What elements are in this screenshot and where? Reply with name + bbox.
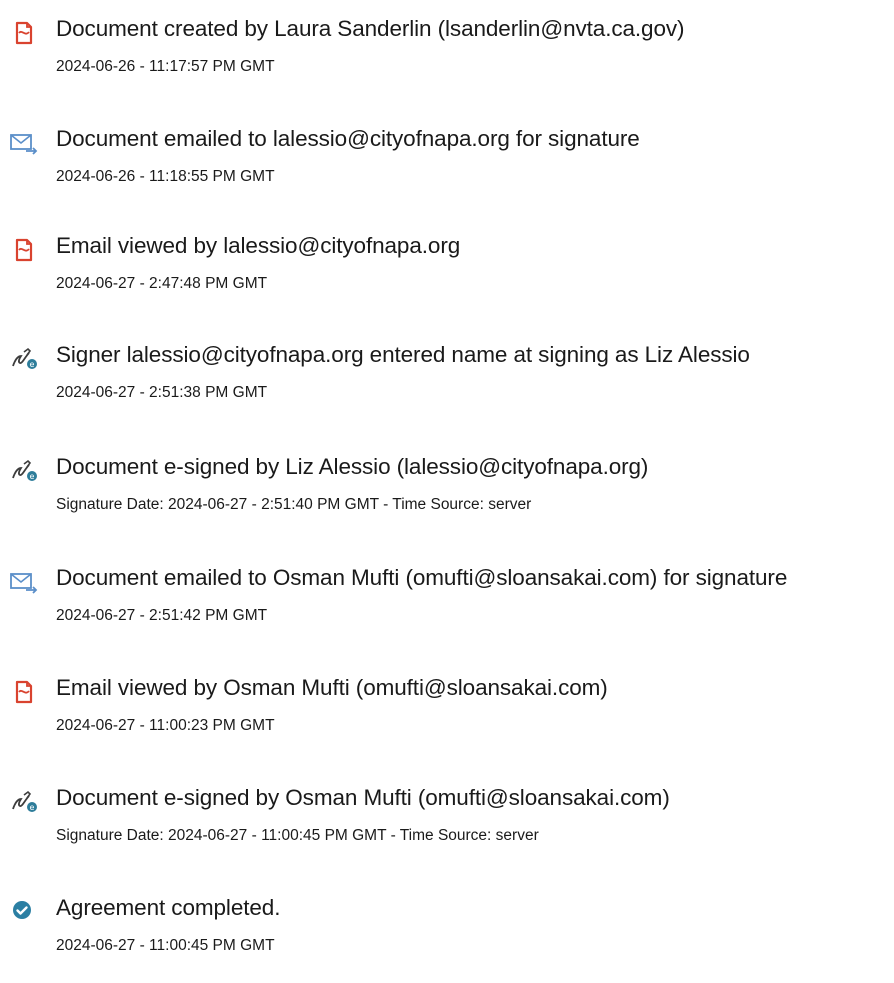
- document-viewed-icon: [8, 237, 40, 263]
- audit-event: Email viewed by lalessio@cityofnapa.org …: [0, 231, 894, 321]
- audit-event: Document created by Laura Sanderlin (lsa…: [0, 14, 894, 104]
- event-title: Email viewed by Osman Mufti (omufti@sloa…: [56, 675, 608, 700]
- document-viewed-icon: [8, 679, 40, 705]
- audit-event: e Document e-signed by Osman Mufti (omuf…: [0, 783, 894, 873]
- esign-icon: e: [8, 458, 40, 484]
- esign-icon: e: [8, 789, 40, 815]
- audit-event: Agreement completed. 2024-06-27 - 11:00:…: [0, 893, 894, 983]
- signature-date: Signature Date: 2024-06-27 - 2:51:40 PM …: [56, 496, 532, 513]
- audit-event: Document emailed to Osman Mufti (omufti@…: [0, 563, 894, 653]
- check-circle-icon: [8, 899, 40, 925]
- document-created-icon: [8, 20, 40, 46]
- event-timestamp: 2024-06-27 - 11:00:45 PM GMT: [56, 937, 275, 954]
- signature-date: Signature Date: 2024-06-27 - 11:00:45 PM…: [56, 827, 539, 844]
- event-timestamp: 2024-06-26 - 11:18:55 PM GMT: [56, 168, 275, 185]
- event-title: Email viewed by lalessio@cityofnapa.org: [56, 233, 461, 258]
- event-title: Signer lalessio@cityofnapa.org entered n…: [56, 342, 750, 367]
- svg-text:e: e: [30, 803, 35, 812]
- event-title: Document created by Laura Sanderlin (lsa…: [56, 16, 685, 41]
- audit-event: e Document e-signed by Liz Alessio (lale…: [0, 452, 894, 542]
- event-title: Document e-signed by Liz Alessio (laless…: [56, 454, 649, 479]
- event-timestamp: 2024-06-27 - 2:51:42 PM GMT: [56, 607, 268, 624]
- email-sent-icon: [8, 569, 40, 595]
- esign-icon: e: [8, 346, 40, 372]
- audit-event: Email viewed by Osman Mufti (omufti@sloa…: [0, 673, 894, 763]
- event-timestamp: 2024-06-26 - 11:17:57 PM GMT: [56, 58, 275, 75]
- event-title: Document emailed to lalessio@cityofnapa.…: [56, 126, 640, 151]
- event-timestamp: 2024-06-27 - 2:47:48 PM GMT: [56, 275, 268, 292]
- event-timestamp: 2024-06-27 - 11:00:23 PM GMT: [56, 717, 275, 734]
- event-timestamp: 2024-06-27 - 2:51:38 PM GMT: [56, 384, 268, 401]
- audit-event: Document emailed to lalessio@cityofnapa.…: [0, 124, 894, 214]
- svg-text:e: e: [30, 472, 35, 481]
- event-title: Agreement completed.: [56, 895, 281, 920]
- svg-text:e: e: [30, 360, 35, 369]
- audit-event: e Signer lalessio@cityofnapa.org entered…: [0, 340, 894, 430]
- event-title: Document e-signed by Osman Mufti (omufti…: [56, 785, 670, 810]
- event-title: Document emailed to Osman Mufti (omufti@…: [56, 565, 788, 590]
- email-sent-icon: [8, 130, 40, 156]
